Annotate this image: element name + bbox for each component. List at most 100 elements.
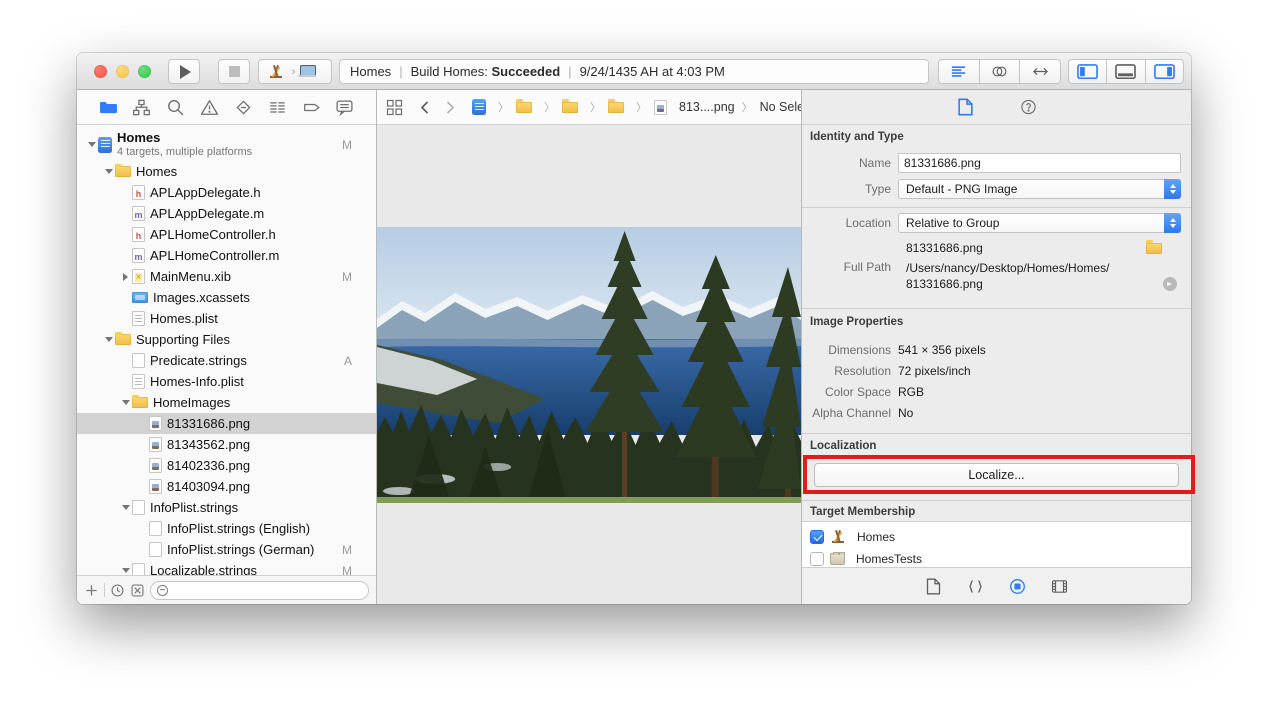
file-row[interactable]: Homes [77,161,376,182]
test-navigator-icon[interactable] [233,97,253,117]
screenshot-stage: › Homes | Build Homes: Succeeded | 9/24/… [0,0,1269,708]
scheme-selector[interactable]: › [258,59,332,84]
file-row[interactable]: 81402336.png [77,455,376,476]
project-subtitle: 4 targets, multiple platforms [117,146,252,159]
debug-navigator-icon[interactable] [267,97,287,117]
file-row[interactable]: InfoPlist.strings (English) [77,518,376,539]
show-utilities-icon[interactable] [1146,59,1184,84]
code-snippet-library-icon[interactable] [967,578,984,595]
zoom-window-button[interactable] [138,65,151,78]
open-in-finder-arrow-icon[interactable] [1163,277,1177,291]
target-checkbox[interactable] [810,530,824,544]
file-row[interactable]: Supporting Files [77,329,376,350]
disclosure-triangle-icon[interactable] [119,273,132,281]
breakpoint-navigator-icon[interactable] [301,97,321,117]
disclosure-triangle-icon[interactable] [119,505,132,510]
navigator-tab-bar [77,90,376,125]
project-navigator-icon[interactable] [98,97,118,117]
show-debug-area-icon[interactable] [1107,59,1145,84]
file-row[interactable]: APLHomeController.m [77,245,376,266]
report-navigator-icon[interactable] [335,97,355,117]
run-button[interactable] [168,59,200,84]
jumpbar-segment-label: 813....png [679,100,735,114]
object-library-icon[interactable] [1009,578,1026,595]
issue-navigator-icon[interactable] [200,97,220,117]
target-membership-row: Homes [810,526,1183,547]
jumpbar-segment[interactable] [472,99,491,115]
jumpbar-segment[interactable]: 813....png [654,100,735,115]
stop-icon [229,66,240,77]
navigator-panel: Homes4 targets, multiple platformsMHomes… [77,90,377,604]
assistant-editor-icon[interactable] [980,59,1021,84]
plist-file-icon [132,374,145,389]
location-file-row: 81331686.png [802,238,1181,258]
name-input[interactable] [898,153,1181,173]
target-checkbox[interactable] [810,552,824,566]
filter-input[interactable] [173,584,363,596]
file-row[interactable]: Homes4 targets, multiple platformsM [77,128,376,161]
close-window-button[interactable] [94,65,107,78]
scm-status-filter-icon[interactable] [130,583,145,598]
related-items-icon[interactable] [386,99,403,116]
type-dropdown[interactable]: Default - PNG Image [898,179,1181,199]
image-property-row: Alpha ChannelNo [802,403,1181,423]
standard-editor-icon[interactable] [938,59,980,84]
symbol-navigator-icon[interactable] [132,97,152,117]
version-editor-icon[interactable] [1020,59,1061,84]
folder-icon [562,102,578,113]
file-row[interactable]: Homes-Info.plist [77,371,376,392]
folder-icon [516,102,532,113]
minimize-window-button[interactable] [116,65,129,78]
search-navigator-icon[interactable] [166,97,186,117]
file-inspector-content: Identity and Type Name Type Default - PN… [802,125,1191,567]
activity-separator: | [391,64,410,79]
file-row[interactable]: APLHomeController.h [77,224,376,245]
file-row[interactable]: InfoPlist.strings [77,497,376,518]
file-name: HomeImages [153,395,230,410]
file-row[interactable]: APLAppDelegate.h [77,182,376,203]
disclosure-triangle-icon[interactable] [119,400,132,405]
file-row[interactable]: Predicate.stringsA [77,350,376,371]
disclosure-triangle-icon[interactable] [102,169,115,174]
status-badge: A [344,354,376,368]
choose-folder-icon[interactable] [1146,243,1162,254]
file-row[interactable]: APLAppDelegate.m [77,203,376,224]
disclosure-triangle-icon[interactable] [119,568,132,573]
jumpbar-segment[interactable] [608,102,629,113]
implementation-file-icon [132,248,145,263]
forward-button[interactable] [441,99,458,116]
file-inspector-icon[interactable] [957,98,974,116]
stop-button[interactable] [218,59,250,84]
disclosure-triangle-icon[interactable] [85,142,98,147]
file-row[interactable]: 81331686.png [77,413,376,434]
back-button[interactable] [417,99,434,116]
location-label: Location [802,216,898,230]
activity-viewer[interactable]: Homes | Build Homes: Succeeded | 9/24/14… [339,59,929,84]
file-row[interactable]: MainMenu.xibM [77,266,376,287]
disclosure-triangle-icon[interactable] [102,337,115,342]
file-row[interactable]: InfoPlist.strings (German)M [77,539,376,560]
filter-field[interactable] [150,581,369,600]
file-row[interactable]: Localizable.stringsM [77,560,376,575]
jumpbar-segment[interactable] [562,102,583,113]
header-file-icon [132,185,145,200]
add-item-button[interactable] [84,583,99,598]
xcode-scheme-icon [268,64,284,79]
file-template-library-icon[interactable] [925,578,942,595]
file-row[interactable]: HomeImages [77,392,376,413]
file-row[interactable]: 81343562.png [77,434,376,455]
media-library-icon[interactable] [1051,578,1068,595]
location-dropdown[interactable]: Relative to Group [898,213,1181,233]
image-preview[interactable] [377,227,801,503]
strings-file-icon [132,563,145,575]
recent-files-filter-icon[interactable] [110,583,125,598]
show-navigator-icon[interactable] [1068,59,1107,84]
quick-help-icon[interactable] [1020,98,1037,116]
file-row[interactable]: Homes.plist [77,308,376,329]
image-file-icon [149,437,162,452]
xib-file-icon [132,269,145,284]
file-row[interactable]: Images.xcassets [77,287,376,308]
file-row[interactable]: 81403094.png [77,476,376,497]
jumpbar-segment[interactable] [516,102,537,113]
property-label: Resolution [802,364,898,378]
